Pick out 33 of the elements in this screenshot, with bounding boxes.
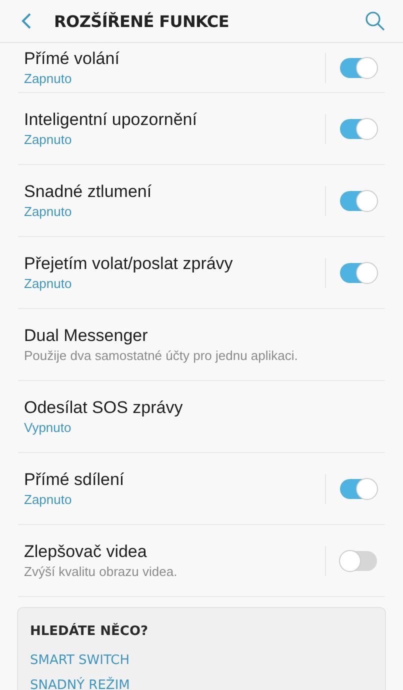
setting-title: Přejetím volat/poslat zprávy [24, 252, 234, 274]
setting-row[interactable]: Přímé sdílení Zapnuto [18, 453, 385, 525]
setting-status: Zapnuto [24, 202, 73, 220]
setting-title: Inteligentní upozornění [24, 108, 198, 130]
setting-title: Odesílat SOS zprávy [24, 396, 184, 418]
setting-status: Zapnuto [24, 130, 73, 148]
setting-description: Zvýší kvalitu obrazu videa. [24, 562, 178, 580]
search-icon[interactable] [365, 11, 385, 31]
setting-description: Použije dva samostatné účty pro jednu aplikaci. [24, 346, 299, 364]
setting-title: Přímé volání [24, 48, 120, 70]
setting-row[interactable]: Přejetím volat/poslat zprávy Zapnuto [18, 237, 385, 309]
setting-title: Dual Messenger [24, 324, 149, 346]
setting-row[interactable]: Zlepšovač videa Zvýší kvalitu obrazu videa. [18, 525, 385, 597]
setting-title: Přímé sdílení [24, 468, 126, 490]
setting-status: Vypnuto [24, 418, 72, 436]
setting-row[interactable]: Přímé volání Zapnuto [18, 43, 385, 93]
setting-status: Zapnuto [24, 490, 73, 508]
setting-title: Zlepšovač videa [24, 540, 148, 562]
setting-row[interactable]: Dual Messenger Použije dva samostatné účty pro jednu aplikaci. [18, 309, 385, 381]
setting-row[interactable]: Inteligentní upozornění Zapnuto [18, 93, 385, 165]
toggle-switch[interactable] [340, 118, 377, 138]
screen-title: ROZŠÍŘENÉ FUNKCE [54, 12, 230, 30]
toggle-switch[interactable] [340, 262, 377, 282]
setting-status: Zapnuto [24, 70, 73, 88]
suggestions-heading: HLEDÁTE NĚCO? [30, 624, 150, 639]
setting-row[interactable]: Odesílat SOS zprávy Vypnuto [18, 381, 385, 453]
toggle-switch[interactable] [340, 58, 377, 78]
toggle-switch[interactable] [340, 478, 377, 498]
setting-row[interactable]: Snadné ztlumení Zapnuto [18, 165, 385, 237]
toggle-switch[interactable] [340, 550, 377, 570]
toggle-switch[interactable] [340, 190, 377, 210]
setting-status: Zapnuto [24, 274, 73, 292]
setting-title: Snadné ztlumení [24, 180, 153, 202]
